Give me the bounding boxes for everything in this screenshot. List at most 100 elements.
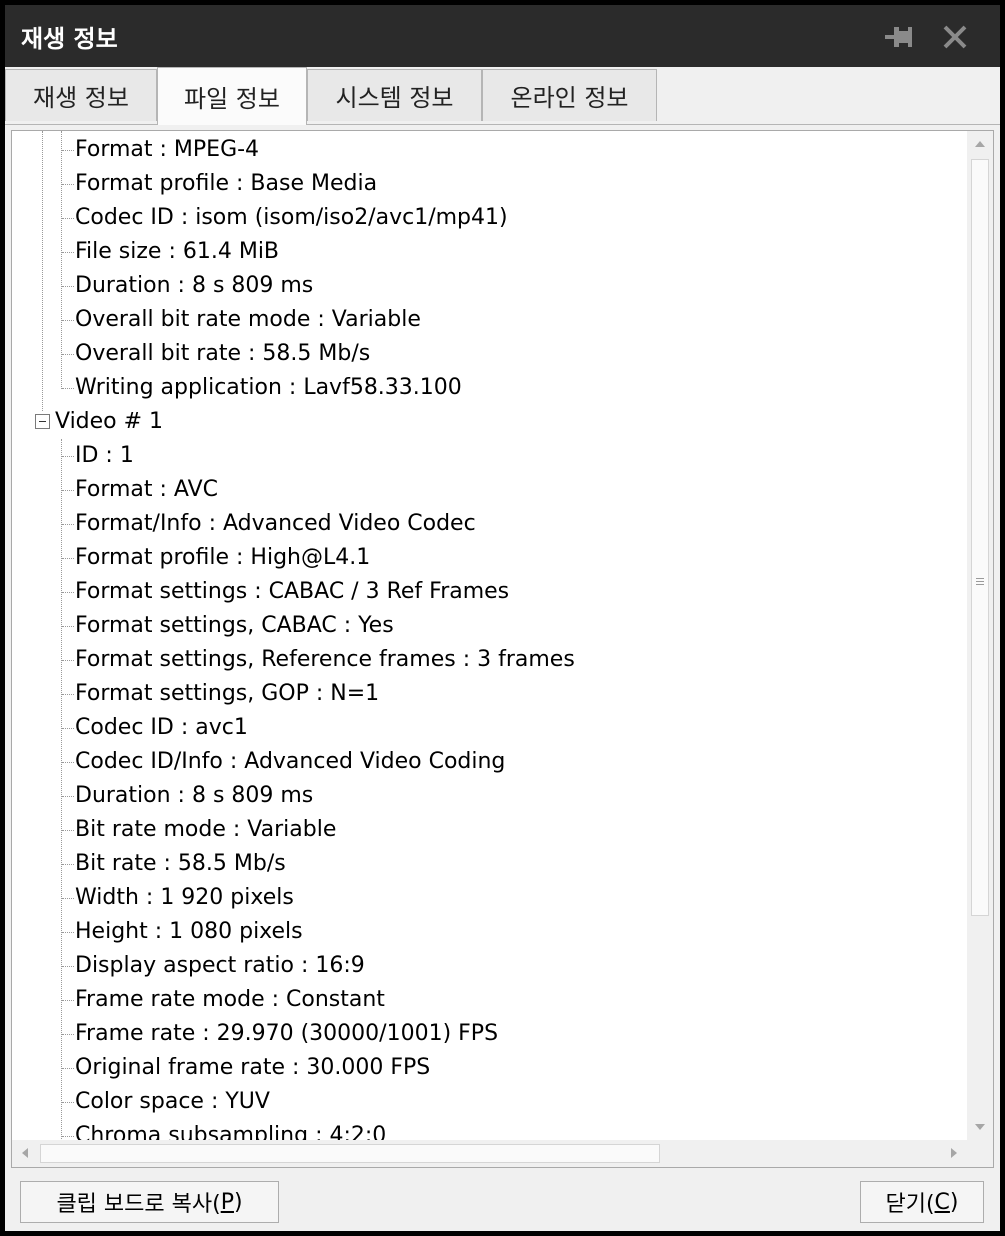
- tree-item[interactable]: Chroma subsampling : 4:2:0: [75, 1119, 386, 1140]
- tree-branch: [62, 1000, 74, 1001]
- tree-item[interactable]: Height : 1 080 pixels: [75, 915, 303, 949]
- horizontal-scrollbar[interactable]: [12, 1140, 967, 1167]
- tree-branch: [62, 592, 74, 593]
- tree-branch: [62, 524, 74, 525]
- tree-item[interactable]: Bit rate : 58.5 Mb/s: [75, 847, 286, 881]
- chevron-right-icon: [951, 1148, 957, 1158]
- close-button-accelerator: C: [934, 1189, 950, 1215]
- thumb-grip: [976, 584, 984, 585]
- tree-item[interactable]: Color space : YUV: [75, 1085, 270, 1119]
- scroll-right-arrow[interactable]: [941, 1140, 967, 1167]
- tree-item[interactable]: Frame rate mode : Constant: [75, 983, 385, 1017]
- tree-branch: [62, 762, 74, 763]
- tree-branch: [62, 150, 74, 151]
- horizontal-scroll-thumb[interactable]: [40, 1144, 660, 1163]
- tree-item[interactable]: File size : 61.4 MiB: [75, 235, 279, 269]
- close-icon: [943, 25, 967, 49]
- thumb-grip: [976, 578, 984, 579]
- tree-branch: [62, 456, 74, 457]
- thumb-grip: [976, 581, 984, 582]
- tree-item[interactable]: Duration : 8 s 809 ms: [75, 779, 313, 813]
- tree-item[interactable]: Overall bit rate mode : Variable: [75, 303, 421, 337]
- tree-branch: [62, 864, 74, 865]
- copy-button-label: 클립 보드로 복사(: [56, 1192, 221, 1217]
- scroll-up-arrow[interactable]: [967, 131, 993, 157]
- scroll-left-arrow[interactable]: [12, 1140, 38, 1167]
- tree-item[interactable]: Format profile : High@L4.1: [75, 541, 370, 575]
- tree-branch: [62, 830, 74, 831]
- tree-branch: [62, 1068, 74, 1069]
- tree-rows: Format : MPEG-4 Format profile : Base Me…: [12, 131, 967, 1140]
- tree-branch: [62, 558, 74, 559]
- scrollbar-corner: [967, 1140, 993, 1167]
- pin-button[interactable]: [879, 17, 919, 57]
- tree-node-video[interactable]: Video # 1: [55, 405, 163, 439]
- close-button[interactable]: [935, 17, 975, 57]
- copy-button-accelerator: P: [220, 1189, 234, 1215]
- vertical-scroll-thumb[interactable]: [971, 159, 989, 916]
- info-tree[interactable]: Format : MPEG-4 Format profile : Base Me…: [11, 130, 994, 1168]
- tree-item[interactable]: Overall bit rate : 58.5 Mb/s: [75, 337, 370, 371]
- tree-branch: [62, 1034, 74, 1035]
- tree-item[interactable]: ID : 1: [75, 439, 134, 473]
- tree-branch: [62, 490, 74, 491]
- tree-guide-line: [61, 131, 62, 389]
- tree-branch: [62, 388, 74, 389]
- tree-branch: [62, 694, 74, 695]
- title-bar[interactable]: 재생 정보: [5, 5, 1000, 67]
- tree-branch: [62, 966, 74, 967]
- tree-branch: [62, 660, 74, 661]
- pin-icon: [885, 27, 912, 47]
- copy-to-clipboard-button[interactable]: 클립 보드로 복사(P): [20, 1181, 279, 1223]
- tree-item[interactable]: Codec ID/Info : Advanced Video Coding: [75, 745, 505, 779]
- tree-branch: [62, 796, 74, 797]
- collapse-video-button[interactable]: [35, 414, 50, 429]
- tree-branch: [62, 1136, 74, 1137]
- close-button-label-end: ): [949, 1189, 959, 1215]
- vertical-scrollbar[interactable]: [967, 131, 993, 1140]
- close-dialog-button[interactable]: 닫기(C): [860, 1181, 984, 1223]
- tree-branch: [62, 354, 74, 355]
- tab-system-info[interactable]: 시스템 정보: [307, 69, 482, 121]
- tree-branch: [62, 1102, 74, 1103]
- tree-item[interactable]: Format/Info : Advanced Video Codec: [75, 507, 476, 541]
- tree-item[interactable]: Display aspect ratio : 16:9: [75, 949, 365, 983]
- close-button-label: 닫기(: [885, 1192, 935, 1217]
- tree-branch: [62, 218, 74, 219]
- dialog-client: 재생 정보 파일 정보 시스템 정보 온라인 정보 Format : MPEG-…: [5, 67, 1000, 1231]
- tree-item[interactable]: Format : AVC: [75, 473, 218, 507]
- tree-guide-line: [42, 131, 43, 411]
- chevron-down-icon: [975, 1124, 985, 1130]
- tree-item[interactable]: Codec ID : isom (isom/iso2/avc1/mp41): [75, 201, 508, 235]
- tree-item[interactable]: Format settings, GOP : N=1: [75, 677, 379, 711]
- tab-online-info[interactable]: 온라인 정보: [482, 69, 657, 121]
- scroll-down-arrow[interactable]: [967, 1114, 993, 1140]
- tree-branch: [62, 932, 74, 933]
- tree-item[interactable]: Codec ID : avc1: [75, 711, 248, 745]
- tree-branch: [62, 320, 74, 321]
- tree-branch: [62, 728, 74, 729]
- tree-item[interactable]: Width : 1 920 pixels: [75, 881, 294, 915]
- chevron-up-icon: [975, 141, 985, 147]
- window-title: 재생 정보: [21, 25, 118, 53]
- tree-item[interactable]: Format profile : Base Media: [75, 167, 377, 201]
- copy-button-label-end: ): [233, 1189, 243, 1215]
- tree-item[interactable]: Bit rate mode : Variable: [75, 813, 336, 847]
- tree-item[interactable]: Format : MPEG-4: [75, 133, 259, 167]
- tree-branch: [62, 898, 74, 899]
- tree-item[interactable]: Duration : 8 s 809 ms: [75, 269, 313, 303]
- playback-info-window: 재생 정보 재생 정보 파일 정보 시스템 정보 온라인 정보 Format:…: [5, 5, 1000, 1231]
- tree-item[interactable]: Original frame rate : 30.000 FPS: [75, 1051, 430, 1085]
- tree-branch: [62, 184, 74, 185]
- tree-branch: [62, 252, 74, 253]
- tab-playback-info[interactable]: 재생 정보: [5, 69, 157, 121]
- tree-item[interactable]: Format settings, CABAC : Yes: [75, 609, 394, 643]
- chevron-left-icon: [22, 1148, 28, 1158]
- tab-file-info[interactable]: 파일 정보: [157, 67, 307, 125]
- tree-branch: [62, 286, 74, 287]
- tree-item[interactable]: Frame rate : 29.970 (30000/1001) FPS: [75, 1017, 498, 1051]
- tree-branch: [62, 626, 74, 627]
- tree-item[interactable]: Format settings, Reference frames : 3 fr…: [75, 643, 575, 677]
- tree-item[interactable]: Writing application : Lavf58.33.100: [75, 371, 462, 405]
- tree-item[interactable]: Format settings : CABAC / 3 Ref Frames: [75, 575, 509, 609]
